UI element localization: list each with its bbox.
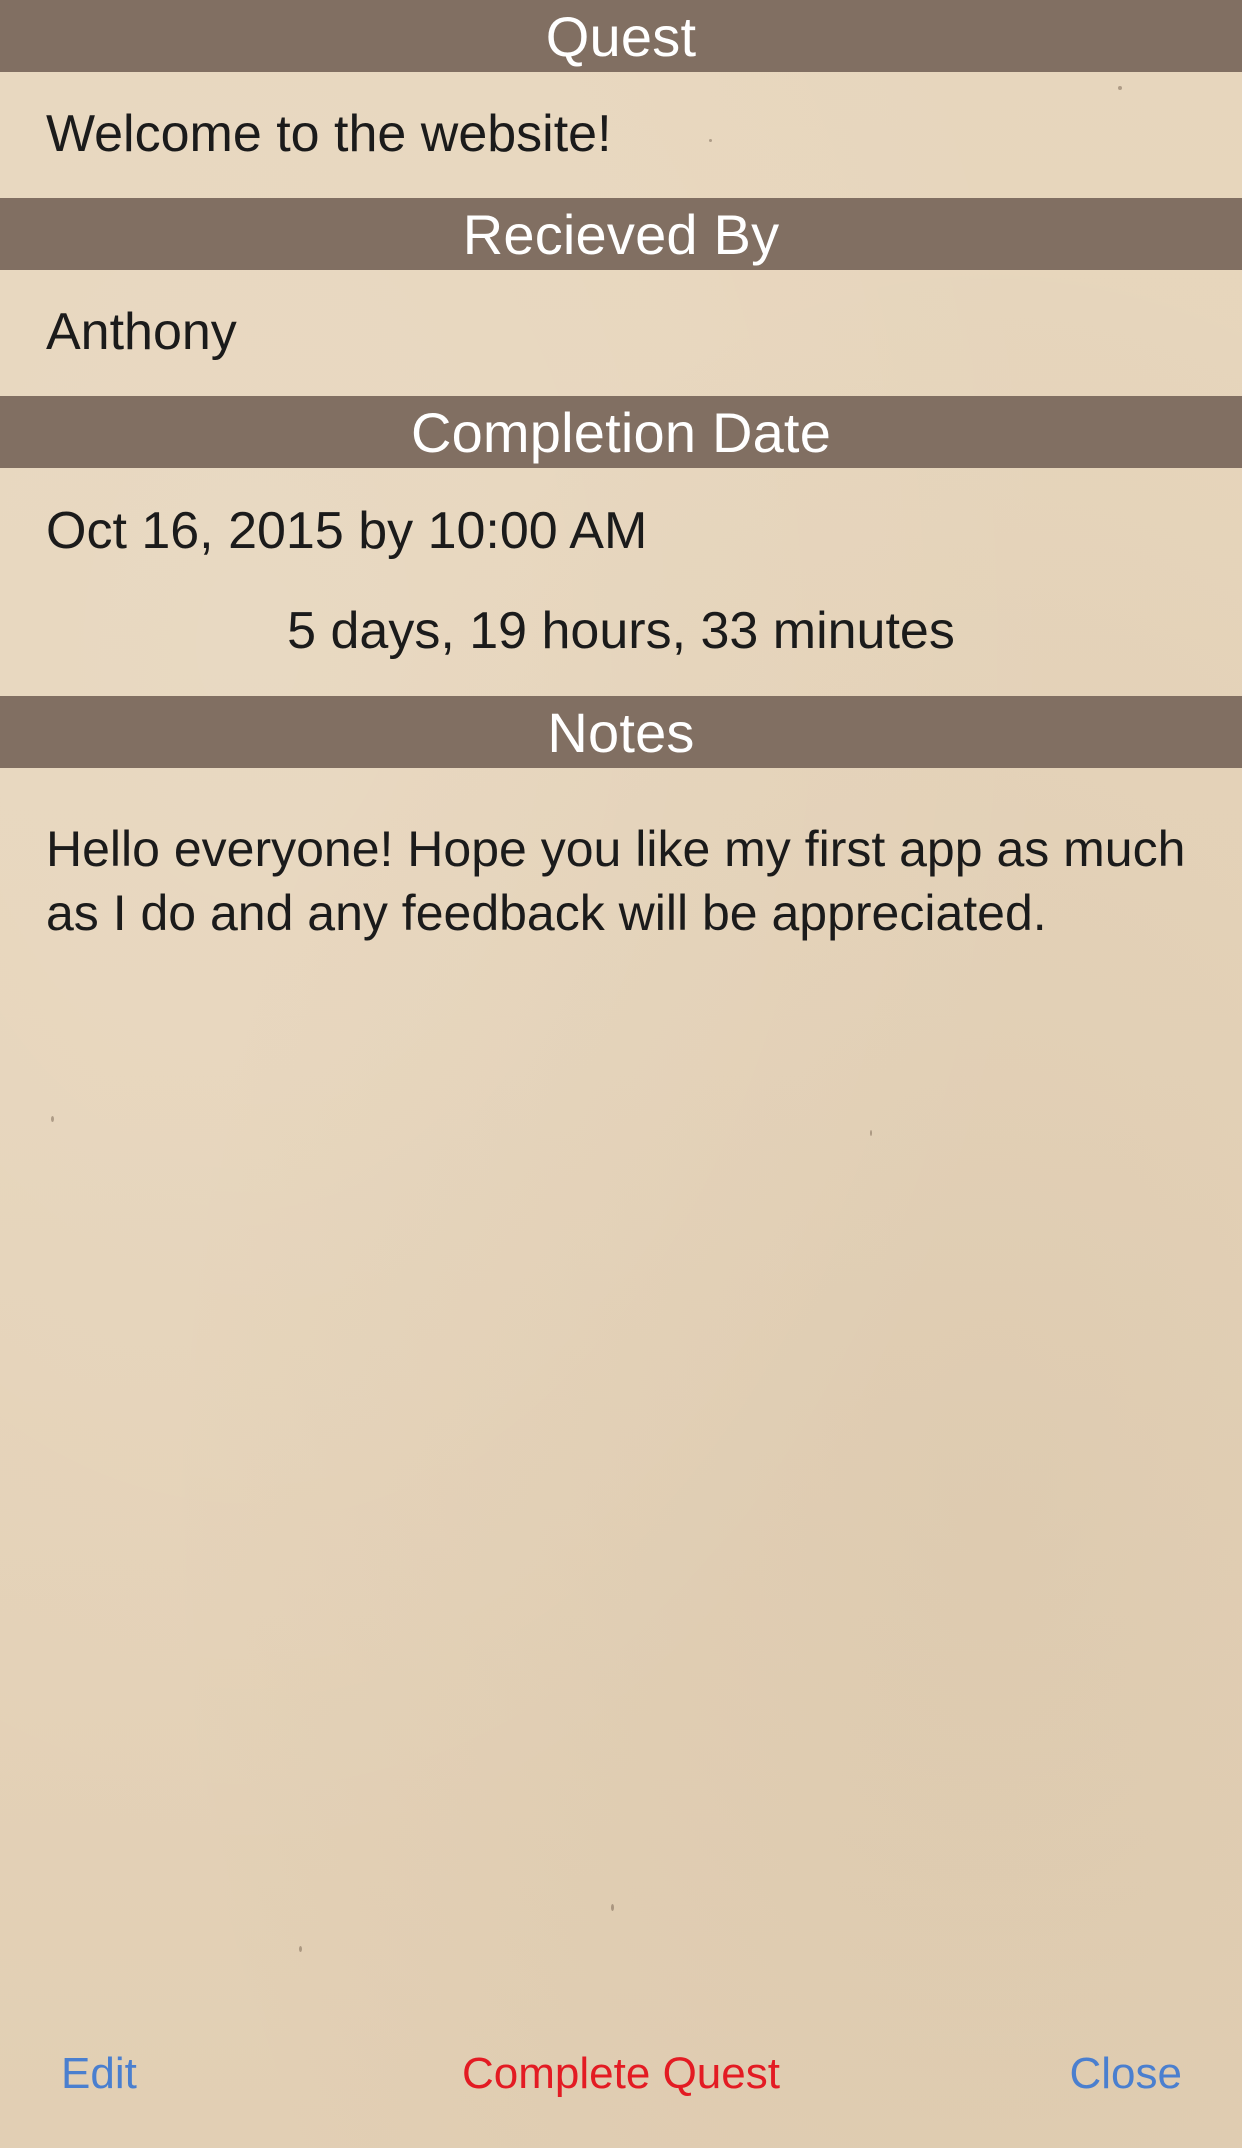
notes-header: Notes [0, 696, 1242, 768]
quest-header-label: Quest [545, 4, 697, 68]
paper-speck [51, 1116, 54, 1122]
notes-header-label: Notes [547, 700, 695, 764]
quest-title: Welcome to the website! [46, 105, 612, 163]
notes-text: Hello everyone! Hope you like my first a… [46, 821, 1186, 941]
received-by-header: Recieved By [0, 198, 1242, 270]
close-button[interactable]: Close [1070, 2042, 1183, 2106]
completion-date-value: Oct 16, 2015 by 10:00 AM [46, 502, 648, 560]
completion-countdown: 5 days, 19 hours, 33 minutes [287, 602, 955, 660]
paper-speck [709, 139, 712, 142]
paper-speck [611, 1904, 614, 1911]
received-by-value: Anthony [46, 303, 237, 361]
complete-quest-button[interactable]: Complete Quest [0, 2042, 1242, 2106]
quest-header: Quest [0, 0, 1242, 72]
paper-speck [870, 1130, 872, 1136]
received-by-header-label: Recieved By [462, 202, 780, 266]
paper-speck [1118, 86, 1122, 90]
bottom-action-bar: Edit Complete Quest Close [0, 2008, 1242, 2148]
completion-date-header-label: Completion Date [410, 400, 832, 464]
paper-speck [299, 1946, 302, 1952]
completion-date-header: Completion Date [0, 396, 1242, 468]
